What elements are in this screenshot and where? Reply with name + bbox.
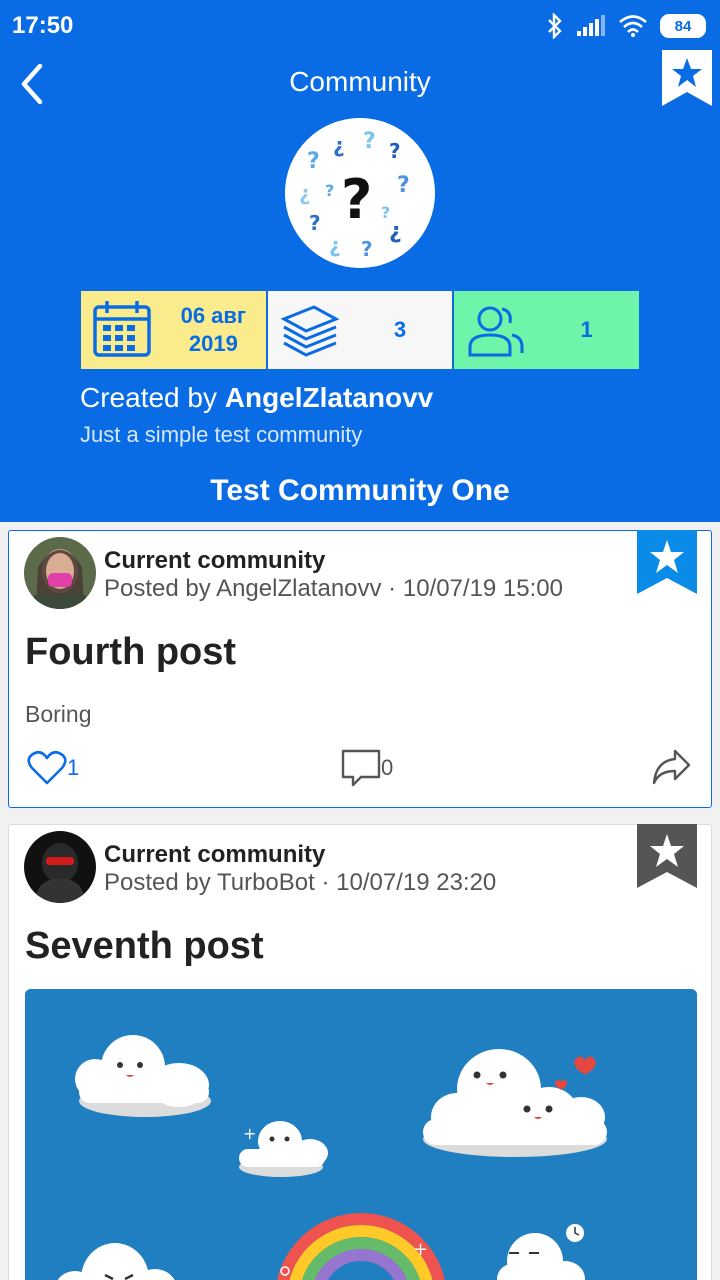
wifi-icon — [619, 15, 647, 37]
like-button[interactable]: 1 — [27, 747, 79, 789]
community-name: Test Community One — [210, 474, 510, 507]
post-community[interactable]: Current community — [104, 841, 325, 869]
avatar-photo — [24, 831, 96, 903]
posts-count: 3 — [393, 317, 407, 342]
comment-icon — [341, 749, 381, 787]
status-time: 17:50 — [12, 12, 74, 39]
created-day: 06 авг — [180, 303, 247, 328]
clouds-illustration: + + — [25, 989, 697, 1280]
svg-text:?: ? — [325, 181, 334, 200]
page-title: Community — [289, 66, 431, 97]
bluetooth-icon — [548, 13, 562, 39]
bookmark-star-icon[interactable] — [637, 824, 697, 888]
bookmark-star-icon[interactable] — [637, 530, 697, 594]
svg-text:+: + — [243, 1124, 256, 1143]
community-avatar: ? ¿ ? ? ¿ ? ? ¿ ? ¿ ? ? ? — [285, 118, 435, 268]
post-card[interactable]: Current community Posted by TurboBot · 1… — [8, 824, 712, 1280]
avatar-photo — [24, 537, 96, 609]
svg-text:?: ? — [361, 237, 373, 261]
post-meta: Posted by TurboBot · 10/07/19 23:20 — [104, 869, 497, 896]
svg-text:¿: ¿ — [299, 181, 311, 205]
members-count-stat: 1 — [453, 290, 641, 370]
author-avatar[interactable] — [24, 537, 96, 609]
created-by: Created by AngelZlatanovv — [80, 382, 434, 413]
members-count: 1 — [580, 317, 593, 342]
stacked-posts-icon — [280, 305, 340, 357]
svg-text:¿: ¿ — [389, 219, 402, 244]
svg-text:?: ? — [307, 149, 320, 174]
signal-icon — [577, 15, 605, 36]
comment-button[interactable]: 0 — [341, 747, 393, 789]
posts-count-stat: 3 — [266, 290, 454, 370]
post-title[interactable]: Fourth post — [25, 631, 236, 674]
calendar-icon — [93, 301, 151, 357]
status-icons: 84 — [546, 10, 706, 42]
created-date-stat: 06 авг 2019 — [80, 290, 267, 370]
like-count: 1 — [67, 755, 80, 780]
svg-text:?: ? — [309, 211, 321, 235]
status-bar: 17:50 84 — [0, 0, 720, 52]
share-icon[interactable] — [651, 747, 693, 787]
comment-count: 0 — [381, 755, 394, 780]
post-title[interactable]: Seventh post — [25, 925, 264, 968]
svg-text:?: ? — [341, 168, 372, 231]
post-community[interactable]: Current community — [104, 547, 325, 575]
heart-icon — [27, 750, 67, 785]
svg-text:?: ? — [363, 129, 376, 154]
community-header: 17:50 84 Community ? ¿ ? ? ¿ ? ? ¿ ? ¿ ? — [0, 0, 720, 522]
svg-text:?: ? — [389, 139, 401, 163]
svg-text:¿: ¿ — [329, 233, 341, 257]
created-year: 2019 — [188, 331, 238, 356]
post-card[interactable]: Current community Posted by AngelZlatano… — [8, 530, 712, 808]
svg-text:+: + — [413, 1239, 428, 1260]
bookmark-star-icon[interactable] — [662, 50, 712, 106]
community-description: Just a simple test community — [80, 422, 363, 447]
post-image[interactable]: + + — [25, 989, 697, 1280]
question-marks-logo: ? ¿ ? ? ¿ ? ? ¿ ? ¿ ? ? ? — [285, 118, 435, 268]
svg-text:?: ? — [381, 203, 390, 222]
members-icon — [468, 306, 524, 357]
author-avatar[interactable] — [24, 831, 96, 903]
post-body: Boring — [25, 701, 92, 727]
battery-indicator: 84 — [660, 14, 706, 38]
svg-text:¿: ¿ — [333, 133, 345, 157]
community-stats: 06 авг 2019 3 1 — [80, 290, 641, 370]
creator-name[interactable]: AngelZlatanovv — [225, 382, 433, 413]
svg-text:?: ? — [397, 173, 410, 198]
post-meta: Posted by AngelZlatanovv · 10/07/19 15:0… — [104, 575, 563, 602]
